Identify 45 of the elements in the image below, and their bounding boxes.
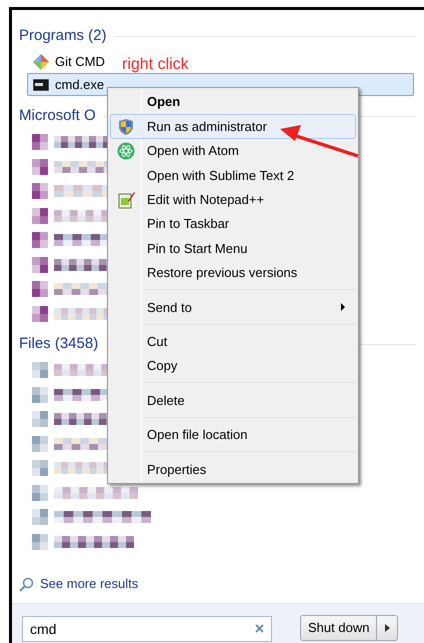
pixelated-icon [32,183,48,200]
shield-icon [118,118,134,136]
search-field[interactable]: cmd [22,616,272,642]
pixelated-icon [32,436,48,452]
pixelated-icon [32,484,48,501]
pixelated-icon [32,509,48,526]
section-header: Files (3458) [19,334,98,354]
menu-item[interactable]: Edit with Notepad++ [110,188,356,212]
pixelated-icon [32,386,48,403]
search-icon [19,576,34,592]
menu-item[interactable]: Restore previous versions [110,260,356,286]
pixelated-icon [32,460,48,476]
pixelated-icon [32,256,48,273]
program-item[interactable]: Git CMD [27,50,110,73]
menu-item[interactable]: Pin to Taskbar [110,212,356,236]
pixelated-icon [32,306,48,322]
see-more-link[interactable]: See more results [40,574,138,594]
pixelated-icon [32,232,48,248]
caret-icon [384,624,390,632]
pixelated-icon [32,281,48,298]
pixelated-icon [32,411,48,428]
menu-item[interactable]: Open with Atom [110,138,356,164]
pixelated-icon [32,134,48,150]
console-icon [33,78,49,90]
menu-item[interactable]: Open file location [110,422,356,448]
menu-item[interactable]: Delete [110,388,356,413]
menu-item[interactable]: Properties [110,457,356,482]
section-header: Microsoft O [19,106,96,126]
clear-icon[interactable] [255,624,264,633]
pixelated-icon [32,158,48,175]
menu-item[interactable]: Run as administrator [110,114,356,139]
menu-item[interactable]: Pin to Start Menu [110,236,356,261]
menu-item[interactable]: Cut [110,330,356,354]
menu-item[interactable]: Copy [110,354,356,378]
section-header: Programs (2) [19,26,107,46]
menu-item[interactable]: Send to [110,295,356,320]
annotation-text: right click [122,55,189,75]
pixelated-icon [32,534,48,550]
submenu-arrow-icon [341,303,345,312]
notepad-icon [118,190,134,209]
pixelated-icon [32,208,48,224]
menu-item[interactable]: Open with Sublime Text 2 [110,163,356,188]
diamond-icon [33,54,49,70]
atom-icon [117,142,135,160]
pixelated-icon [32,362,48,378]
